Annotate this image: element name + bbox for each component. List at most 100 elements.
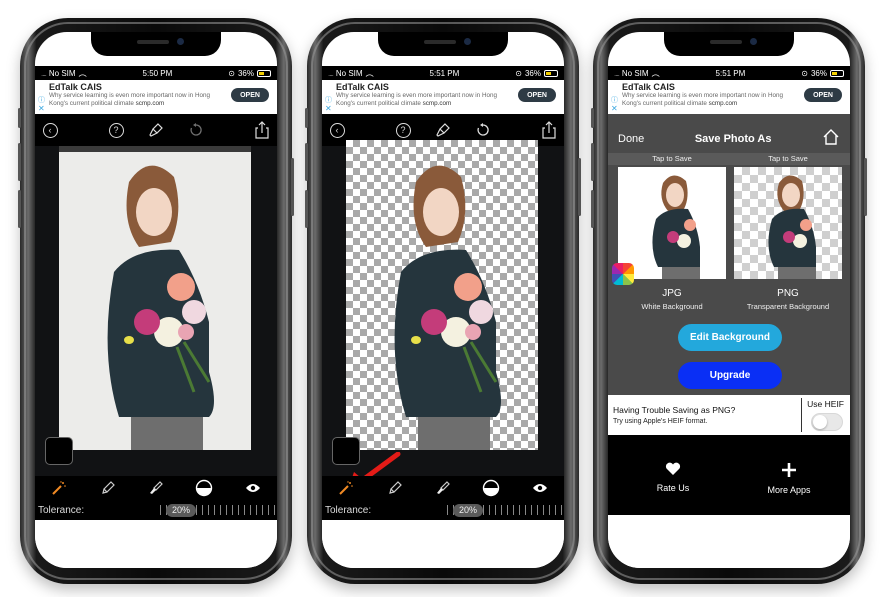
back-icon[interactable]: ‹ — [328, 121, 346, 139]
photo-canvas[interactable] — [346, 140, 538, 450]
undo-icon[interactable] — [474, 121, 492, 139]
color-swatch[interactable] — [45, 437, 73, 465]
screen-editor-original: .... No SIM ︵ 5:50 PM ⊙ 36% ⓘ ✕ EdTalk CAIS… — [35, 32, 277, 568]
tools-bar — [322, 476, 564, 500]
rate-us-label: Rate Us — [656, 483, 690, 493]
magic-wand-icon[interactable] — [48, 477, 70, 499]
edit-background-button[interactable]: Edit Background — [678, 324, 782, 351]
volume-up-button — [591, 143, 594, 181]
tap-to-save-label-jpg: Tap to Save — [652, 154, 692, 163]
tolerance-value[interactable]: 20% — [453, 503, 484, 517]
home-indicator-area — [322, 520, 564, 568]
tolerance-value[interactable]: 20% — [166, 503, 197, 517]
help-icon[interactable]: ? — [394, 121, 412, 139]
carrier-label: No SIM — [48, 68, 76, 78]
ad-text: Why service learning is even more import… — [336, 92, 497, 107]
mute-switch — [591, 108, 594, 128]
upgrade-button[interactable]: Upgrade — [678, 362, 782, 389]
more-apps-label: More Apps — [767, 485, 811, 495]
ad-text: Why service learning is even more import… — [622, 92, 783, 107]
rate-us-button[interactable]: Rate Us — [618, 462, 728, 493]
save-png-thumbnail[interactable] — [734, 167, 842, 279]
back-icon[interactable]: ‹ — [41, 121, 59, 139]
girl-cutout-photo — [394, 165, 501, 450]
wifi-icon: ︵ — [365, 68, 374, 78]
brush-icon[interactable] — [147, 121, 165, 139]
home-indicator-area — [35, 520, 277, 568]
signal-dots: .... — [328, 68, 334, 78]
volume-down-button — [591, 190, 594, 228]
done-button[interactable]: Done — [618, 133, 644, 145]
status-bar: .... No SIM ︵ 5:51 PM ⊙ 36% — [608, 66, 850, 80]
heif-panel: Having Trouble Saving as PNG? Try using … — [608, 395, 850, 435]
eye-icon[interactable] — [242, 477, 264, 499]
heif-title: Having Trouble Saving as PNG? — [613, 405, 736, 415]
clock: 5:51 PM — [715, 68, 746, 78]
use-heif-toggle[interactable] — [811, 413, 843, 431]
heif-subtitle: Try using Apple's HEIF format. — [613, 418, 708, 425]
photos-app-icon — [612, 263, 634, 285]
clock: 5:50 PM — [142, 68, 173, 78]
notch — [378, 32, 508, 56]
help-icon[interactable]: ? — [107, 121, 125, 139]
undo-icon[interactable] — [187, 121, 205, 139]
use-heif-label: Use HEIF — [807, 399, 844, 409]
carrier-label: No SIM — [335, 68, 363, 78]
mute-switch — [18, 108, 21, 128]
ad-banner[interactable]: ⓘ ✕ EdTalk CAIS Why service learning is … — [608, 80, 850, 114]
divider — [801, 398, 802, 432]
editor-toolbar: ‹ ? — [35, 114, 277, 146]
rotation-lock-icon: ⊙ — [228, 68, 235, 78]
tolerance-slider[interactable]: 20% — [447, 502, 564, 518]
power-button — [864, 158, 867, 216]
ad-banner[interactable]: ⓘ ✕ EdTalk CAIS Why service learning is … — [322, 80, 564, 114]
heart-icon — [665, 462, 681, 475]
png-preview-photo — [768, 175, 816, 279]
rotation-lock-icon: ⊙ — [515, 68, 522, 78]
phone-frame-2: .... No SIM ︵ 5:51 PM ⊙ 36% ⓘ ✕ EdTalk CAIS… — [305, 18, 581, 584]
restore-brush-icon[interactable] — [432, 477, 454, 499]
power-button — [578, 158, 581, 216]
eye-icon[interactable] — [529, 477, 551, 499]
volume-up-button — [305, 143, 308, 181]
photo-canvas[interactable] — [59, 152, 251, 450]
wifi-icon: ︵ — [78, 68, 87, 78]
home-indicator-area — [608, 515, 850, 568]
status-bar: .... No SIM ︵ 5:50 PM ⊙ 36% — [35, 66, 277, 80]
more-apps-button[interactable]: More Apps — [734, 462, 844, 495]
ad-close-icon[interactable]: ✕ — [38, 104, 45, 113]
ad-open-button[interactable]: OPEN — [518, 88, 556, 102]
screen-save-photo: .... No SIM ︵ 5:51 PM ⊙ 36% ⓘ ✕ EdTalk CAIS… — [608, 32, 850, 568]
page-title: Save Photo As — [694, 133, 772, 145]
ad-banner[interactable]: ⓘ ✕ EdTalk CAIS Why service learning is … — [35, 80, 277, 114]
eraser-icon[interactable] — [384, 477, 406, 499]
ad-open-button[interactable]: OPEN — [804, 88, 842, 102]
battery-icon — [256, 69, 271, 77]
power-button — [291, 158, 294, 216]
volume-down-button — [305, 190, 308, 228]
ad-close-icon[interactable]: ✕ — [325, 104, 332, 113]
battery-percent: 36% — [810, 68, 827, 78]
eraser-icon[interactable] — [97, 477, 119, 499]
contrast-icon[interactable] — [193, 477, 215, 499]
phone-frame-1: .... No SIM ︵ 5:50 PM ⊙ 36% ⓘ ✕ EdTalk CAIS… — [18, 18, 294, 584]
battery-percent: 36% — [237, 68, 254, 78]
restore-brush-icon[interactable] — [145, 477, 167, 499]
ad-close-icon[interactable]: ✕ — [611, 104, 618, 113]
jpg-description: White Background — [641, 302, 703, 311]
girl-with-flowers-photo — [107, 165, 214, 450]
tolerance-label: Tolerance: — [38, 504, 85, 516]
save-header: Done Save Photo As — [608, 125, 850, 153]
contrast-icon[interactable] — [480, 477, 502, 499]
brush-icon[interactable] — [434, 121, 452, 139]
share-icon[interactable] — [253, 121, 271, 139]
save-jpg-thumbnail[interactable] — [618, 167, 726, 279]
share-icon[interactable] — [540, 121, 558, 139]
home-icon[interactable] — [822, 128, 840, 150]
ad-open-button[interactable]: OPEN — [231, 88, 269, 102]
png-format-label: PNG — [777, 288, 799, 299]
magic-wand-icon[interactable] — [335, 477, 357, 499]
tolerance-slider[interactable]: 20% — [160, 502, 277, 518]
mute-switch — [305, 108, 308, 128]
battery-icon — [543, 69, 558, 77]
